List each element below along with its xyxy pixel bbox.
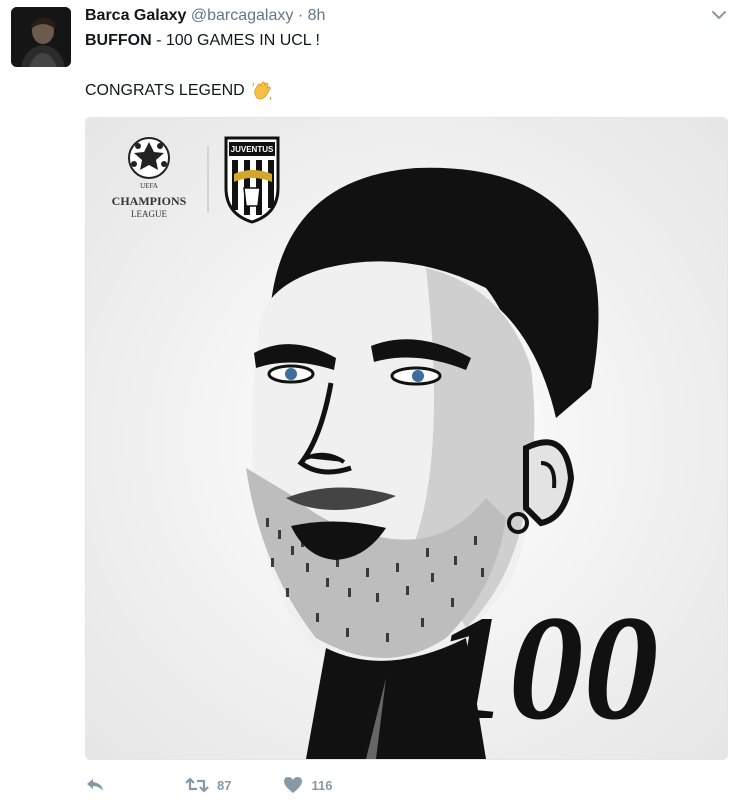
- heart-icon: [283, 776, 303, 794]
- retweet-icon: [185, 777, 209, 793]
- chevron-down-icon[interactable]: [710, 8, 728, 22]
- retweet-button[interactable]: 87: [185, 777, 231, 793]
- tweet-header: Barca Galaxy @barcagalaxy · 8h: [85, 6, 710, 26]
- tweet-actions: 87 116: [85, 770, 332, 800]
- avatar[interactable]: [11, 7, 71, 67]
- waving-hand-icon: [251, 80, 273, 102]
- avatar-image: [11, 7, 71, 67]
- display-name[interactable]: Barca Galaxy: [85, 7, 186, 24]
- number-100: 100: [434, 585, 659, 751]
- retweet-count: 87: [217, 777, 232, 793]
- tweet-text-line2: CONGRATS LEGEND: [85, 80, 273, 102]
- cl-logo-line2: CHAMPIONS: [112, 194, 187, 208]
- like-button[interactable]: 116: [283, 776, 332, 794]
- tweet-timestamp[interactable]: 8h: [308, 7, 326, 24]
- juventus-badge: JUVENTUS: [224, 136, 280, 224]
- tweet-text-line1: BUFFON - 100 GAMES IN UCL !: [85, 31, 320, 51]
- cl-logo-line3: LEAGUE: [131, 209, 167, 219]
- user-handle[interactable]: @barcagalaxy: [191, 7, 294, 24]
- like-count: 116: [311, 777, 333, 793]
- tweet-text-rest: - 100 GAMES IN UCL !: [151, 32, 320, 49]
- reply-icon: [85, 777, 105, 793]
- tweet-media-image[interactable]: UEFA CHAMPIONS LEAGUE JUVENTUS 100: [85, 117, 728, 760]
- tweet-text-congrats: CONGRATS LEGEND: [85, 82, 245, 99]
- separator-dot: ·: [297, 7, 304, 24]
- tweet-text-bold: BUFFON: [85, 32, 152, 49]
- juve-badge-text: JUVENTUS: [231, 145, 274, 154]
- cl-logo-line1: UEFA: [140, 182, 158, 190]
- buffon-illustration: UEFA CHAMPIONS LEAGUE JUVENTUS 100: [86, 118, 727, 759]
- reply-button[interactable]: [85, 777, 107, 793]
